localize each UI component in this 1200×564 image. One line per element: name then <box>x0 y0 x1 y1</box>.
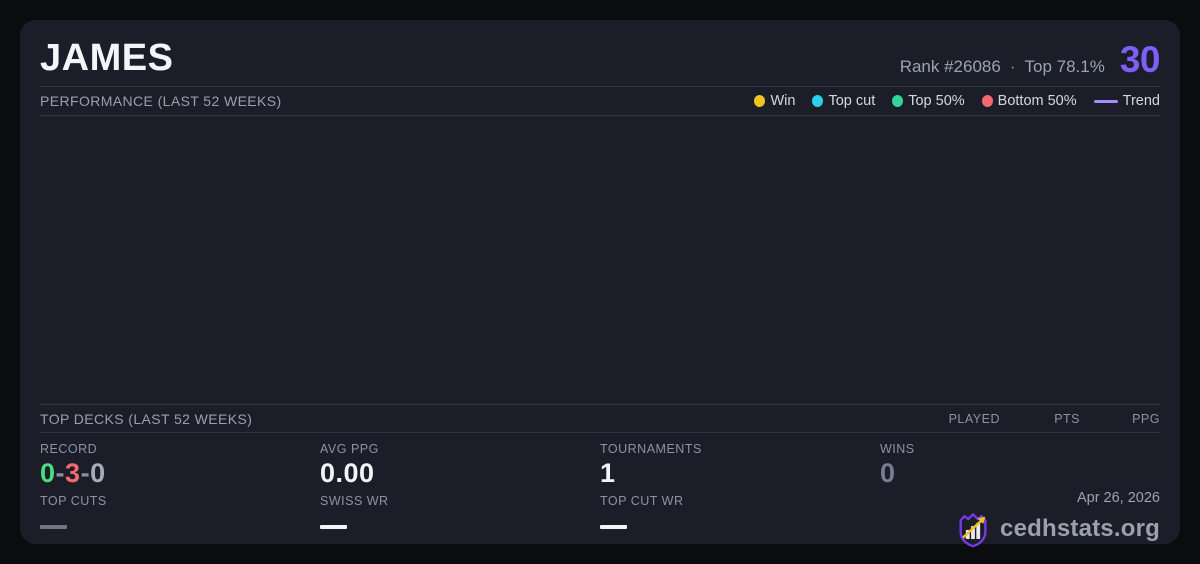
legend-item-bottom-50[interactable]: Bottom 50% <box>982 93 1077 109</box>
legend-item-win[interactable]: Win <box>754 93 795 109</box>
top-decks-column-headers: PLAYED PTS PPG <box>920 412 1160 426</box>
record-separator: - <box>81 458 91 488</box>
top-cuts-label: TOP CUTS <box>40 494 107 508</box>
win-dot-icon <box>754 95 765 107</box>
card-header: JAMES Rank #26086 · Top 78.1% 30 <box>20 20 1180 86</box>
page-title: JAMES <box>40 39 173 77</box>
chart-legend: Win Top cut Top 50% Bottom 50% Trend <box>754 93 1160 109</box>
avg-ppg-value: 0.00 <box>320 460 375 487</box>
rank-summary: Rank #26086 · Top 78.1% 30 <box>900 44 1160 77</box>
legend-item-top-cut[interactable]: Top cut <box>812 93 875 109</box>
record-draws: 0 <box>90 458 106 488</box>
player-stats-card: JAMES Rank #26086 · Top 78.1% 30 PERFORM… <box>20 20 1180 544</box>
tournaments-label: TOURNAMENTS <box>600 442 702 456</box>
legend-label-top-50: Top 50% <box>908 93 964 109</box>
top-percent-label: Top 78.1% <box>1025 57 1105 77</box>
dot-separator: · <box>1010 57 1016 77</box>
record-value: 0-3-0 <box>40 460 106 487</box>
wins-label: WINS <box>880 442 915 456</box>
column-header-played: PLAYED <box>920 412 1000 426</box>
legend-label-bottom-50: Bottom 50% <box>998 93 1077 109</box>
top-cuts-empty-value <box>40 525 67 529</box>
legend-item-trend[interactable]: Trend <box>1094 93 1160 109</box>
legend-item-top-50[interactable]: Top 50% <box>892 93 964 109</box>
player-score: 30 <box>1120 44 1160 75</box>
top-50-dot-icon <box>892 95 903 107</box>
wins-value: 0 <box>880 460 896 487</box>
stat-tournaments: TOURNAMENTS 1 TOP CUT WR <box>600 433 880 544</box>
legend-label-trend: Trend <box>1123 93 1160 109</box>
cedhstats-shield-logo-icon <box>954 510 992 548</box>
legend-label-top-cut: Top cut <box>828 93 875 109</box>
performance-chart-area <box>20 116 1180 404</box>
top-decks-title: TOP DECKS (LAST 52 WEEKS) <box>40 411 252 427</box>
brand-name: cedhstats.org <box>1000 517 1160 541</box>
top-decks-section-header: TOP DECKS (LAST 52 WEEKS) PLAYED PTS PPG <box>40 405 1160 432</box>
record-label: RECORD <box>40 442 97 456</box>
record-losses: 3 <box>65 458 81 488</box>
performance-section-header: PERFORMANCE (LAST 52 WEEKS) Win Top cut … <box>40 87 1160 115</box>
avg-ppg-label: AVG PPG <box>320 442 379 456</box>
card-footer: Apr 26, 2026 cedhstats.org <box>954 490 1160 548</box>
column-header-ppg: PPG <box>1080 412 1160 426</box>
performance-title: PERFORMANCE (LAST 52 WEEKS) <box>40 93 282 109</box>
stats-grid: RECORD 0-3-0 TOP CUTS AVG PPG 0.00 SWISS… <box>40 433 1160 544</box>
trend-line-icon <box>1094 100 1118 103</box>
legend-label-win: Win <box>770 93 795 109</box>
stat-record: RECORD 0-3-0 TOP CUTS <box>40 433 320 544</box>
top-cut-dot-icon <box>812 95 823 107</box>
tournaments-value: 1 <box>600 460 616 487</box>
swiss-wr-empty-value <box>320 525 347 529</box>
brand-row[interactable]: cedhstats.org <box>954 510 1160 548</box>
rank-label: Rank #26086 <box>900 57 1001 77</box>
stat-avg-ppg: AVG PPG 0.00 SWISS WR <box>320 433 600 544</box>
record-wins: 0 <box>40 458 56 488</box>
record-separator: - <box>56 458 66 488</box>
column-header-pts: PTS <box>1000 412 1080 426</box>
top-cut-wr-empty-value <box>600 525 627 529</box>
top-cut-wr-label: TOP CUT WR <box>600 494 683 508</box>
bottom-50-dot-icon <box>982 95 993 107</box>
footer-date: Apr 26, 2026 <box>954 490 1160 506</box>
swiss-wr-label: SWISS WR <box>320 494 389 508</box>
